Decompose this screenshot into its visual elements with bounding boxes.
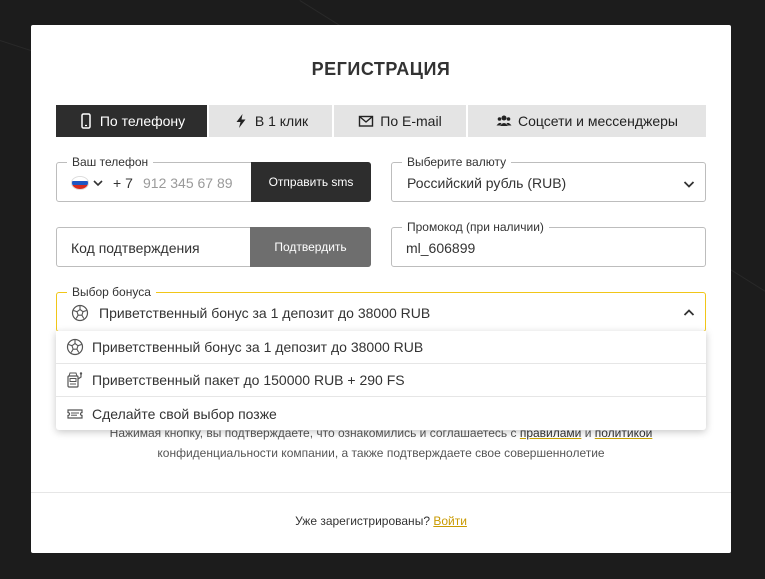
send-sms-button[interactable]: Отправить sms [251, 162, 371, 202]
consent-text-after: конфиденциальности компании, а также под… [157, 446, 605, 460]
promo-field: Промокод (при наличии) [391, 220, 706, 267]
currency-label: Выберите валюту [402, 155, 512, 169]
phone-input[interactable] [143, 171, 243, 195]
confirmation-field: Подтвердить [56, 227, 371, 267]
login-question: Уже зарегистрированы? [295, 514, 434, 528]
phone-label: Ваш телефон [67, 155, 154, 169]
slot-machine-icon [67, 372, 83, 388]
bonus-option[interactable]: Приветственный бонус за 1 депозит до 380… [56, 331, 706, 364]
chevron-up-icon [683, 309, 695, 316]
login-link[interactable]: Войти [433, 514, 467, 528]
currency-select[interactable]: Выберите валюту Российский рубль (RUB) [391, 155, 706, 202]
divider [31, 492, 731, 493]
page-title: РЕГИСТРАЦИЯ [311, 59, 451, 79]
bonus-dropdown: Приветственный бонус за 1 депозит до 380… [56, 331, 706, 430]
lightning-icon [236, 114, 246, 128]
tab-label: В 1 клик [254, 113, 309, 129]
ticket-icon [67, 408, 83, 419]
tab-label: По E-mail [380, 113, 442, 129]
footer: Уже зарегистрированы? Войти [31, 514, 731, 528]
tab-social[interactable]: Соцсети и мессенджеры [468, 105, 706, 137]
chevron-down-icon [683, 181, 695, 188]
bonus-label: Выбор бонуса [67, 285, 156, 299]
tab-phone[interactable]: По телефону [56, 105, 207, 137]
bonus-option[interactable]: Приветственный пакет до 150000 RUB + 290… [56, 364, 706, 397]
phone-icon [81, 113, 91, 129]
soccer-ball-icon [71, 304, 89, 322]
phone-field: Ваш телефон + 7 Отправить sms [56, 155, 371, 202]
users-icon [496, 115, 512, 126]
bonus-option-label: Сделайте свой выбор позже [92, 405, 277, 422]
tab-label: По телефону [99, 113, 186, 129]
registration-modal: РЕГИСТРАЦИЯ По телефону В 1 клик По E-ma… [31, 25, 731, 553]
tab-label: Соцсети и мессенджеры [517, 113, 678, 129]
bonus-option-label: Приветственный пакет до 150000 RUB + 290… [92, 372, 405, 388]
bonus-value: Приветственный бонус за 1 депозит до 380… [99, 305, 431, 321]
bonus-option[interactable]: Сделайте свой выбор позже [56, 397, 706, 430]
currency-value: Российский рубль (RUB) [407, 175, 567, 191]
confirmation-code-input[interactable] [71, 236, 241, 260]
tab-email[interactable]: По E-mail [334, 105, 466, 137]
chevron-down-icon[interactable] [93, 178, 103, 188]
promo-input[interactable] [406, 236, 686, 260]
country-code: + 7 [113, 175, 133, 191]
promo-label: Промокод (при наличии) [402, 220, 549, 234]
confirm-button[interactable]: Подтвердить [250, 227, 371, 267]
soccer-ball-icon [66, 338, 84, 356]
russia-flag-icon[interactable] [71, 176, 89, 190]
bonus-option-label: Приветственный бонус за 1 депозит до 380… [92, 339, 424, 355]
bonus-select[interactable]: Выбор бонуса Приветственный бонус за 1 д… [56, 285, 706, 332]
registration-tabs: По телефону В 1 клик По E-mail Соцсети и… [56, 105, 706, 137]
tab-one-click[interactable]: В 1 клик [209, 105, 332, 137]
envelope-icon [359, 115, 374, 127]
